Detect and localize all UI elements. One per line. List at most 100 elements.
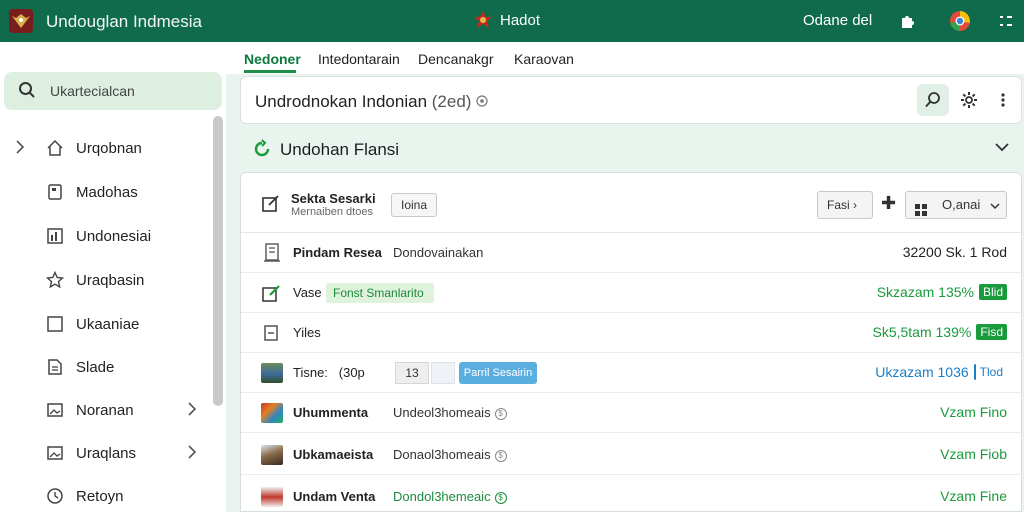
tab-3[interactable]: Karaovan: [514, 51, 574, 67]
settings-button[interactable]: [955, 86, 983, 114]
row-description-text: Undeol3homeais: [393, 405, 491, 420]
chevron-down-icon[interactable]: [994, 140, 1010, 156]
sidebar-item-label: Noranan: [76, 402, 134, 419]
quantity-stepper[interactable]: [431, 362, 455, 384]
row-value-text: Sk5,5tam 139%: [872, 324, 972, 340]
table-row[interactable]: Vase Fonst Smanlarito Skzazam 135% Blid: [241, 273, 1021, 313]
puzzle-icon[interactable]: [896, 9, 920, 33]
search-button[interactable]: [917, 84, 949, 116]
panel-title: Sekta Sesarki: [291, 191, 376, 206]
view-label: O,anai: [942, 197, 981, 212]
results-panel: Sekta Sesarki Mernaiben dtoes Ioina Fasi…: [240, 172, 1022, 512]
gear-icon: [961, 92, 977, 108]
active-tab-indicator: [244, 70, 296, 73]
row-value: Ukzazam 1036 Tlod: [875, 364, 1007, 380]
chevron-right-icon[interactable]: [186, 401, 198, 420]
chevron-down-icon: [990, 193, 1000, 219]
info-icon[interactable]: $: [494, 492, 507, 504]
row-description-text: Donaol3homeais: [393, 447, 491, 462]
app-title[interactable]: Undouglan Indmesia: [46, 12, 202, 32]
add-icon[interactable]: ✚: [881, 193, 896, 214]
section-header[interactable]: Undohan Flansi: [240, 128, 1022, 170]
sidebar-item-stats[interactable]: Undonesiai: [0, 216, 212, 256]
filter-chip[interactable]: Ioina: [391, 193, 438, 217]
row-tag[interactable]: Parril Sesairin: [459, 362, 537, 384]
table-row[interactable]: Yiles Sk5,5tam 139% Fisd: [241, 313, 1021, 353]
sidebar-item-label: Undonesiai: [76, 228, 152, 245]
chevron-right-icon[interactable]: [14, 139, 26, 158]
edit-icon[interactable]: [261, 193, 281, 216]
sidebar-scrollbar[interactable]: [213, 116, 223, 406]
sidebar-item-label: Madohas: [76, 184, 138, 201]
sort-button[interactable]: Fasi ›: [817, 191, 873, 219]
sidebar-item-label: Slade: [76, 359, 115, 376]
menu-icon[interactable]: [994, 9, 1018, 33]
thumbnail-image: [261, 445, 283, 465]
status-badge: Fisd: [976, 324, 1007, 340]
row-name: Pindam Resea: [293, 245, 382, 260]
sidebar-search[interactable]: Ukartecialcan: [4, 72, 222, 110]
row-value: Vzam Fine: [940, 488, 1007, 504]
sidebar-item-history[interactable]: Retoyn: [0, 476, 212, 512]
row-description-text: Dondol3hemeaic: [393, 489, 491, 504]
row-description: Dondol3hemeaic $: [393, 489, 507, 504]
home-icon: [46, 139, 64, 157]
table-row[interactable]: Tisne: (30p 13 Parril Sesairin Ukzazam 1…: [241, 353, 1021, 393]
more-vertical-icon: [1001, 93, 1005, 107]
sidebar-item-images[interactable]: Noranan: [0, 390, 212, 430]
search-query-suffix: (2ed): [431, 92, 472, 111]
sidebar-item-gallery[interactable]: Uraqlans: [0, 433, 212, 473]
sidebar-item-slides[interactable]: Slade: [0, 347, 212, 387]
sidebar: Ukartecialcan Urqobnan Madohas Undonesia…: [0, 42, 226, 512]
info-icon[interactable]: $: [494, 408, 507, 420]
row-tag[interactable]: Fonst Smanlarito: [326, 283, 434, 303]
tab-0[interactable]: Nedoner: [244, 51, 301, 67]
tab-2[interactable]: Dencanakgr: [418, 51, 494, 67]
tab-bar: Nedoner Intedontarain Dencanakgr Karaova…: [226, 42, 1024, 74]
search-icon: [925, 92, 940, 108]
info-icon[interactable]: $: [494, 450, 507, 462]
quantity-field[interactable]: 13: [395, 362, 429, 384]
document-icon: [261, 243, 283, 263]
row-description: Donaol3homeais $: [393, 447, 507, 462]
clear-icon[interactable]: [476, 92, 488, 111]
tab-1[interactable]: Intedontarain: [318, 51, 400, 67]
image-icon: [46, 401, 64, 419]
emblem-logo-icon[interactable]: [8, 8, 34, 34]
search-query[interactable]: Undrodnokan Indonian (2ed): [255, 92, 488, 112]
sidebar-item-home[interactable]: Urqobnan: [0, 128, 212, 168]
view-dropdown[interactable]: O,anai: [905, 191, 1007, 219]
sidebar-item-favorites[interactable]: Uraqbasin: [0, 260, 212, 300]
row-name: Yiles: [293, 325, 321, 340]
refresh-icon: [252, 139, 272, 162]
sort-label: Fasi: [827, 198, 850, 212]
search-icon: [18, 81, 36, 102]
section-title: Undohan Flansi: [280, 140, 400, 159]
row-name: Ubkamaeista: [293, 447, 374, 462]
row-value: Skzazam 135% Blid: [877, 284, 1007, 300]
panel-header: Sekta Sesarki Mernaiben dtoes Ioina Fasi…: [241, 173, 1021, 233]
more-options-button[interactable]: [991, 86, 1015, 114]
table-row[interactable]: Undam Venta Dondol3hemeaic $ Vzam Fine: [241, 477, 1021, 511]
chevron-right-icon[interactable]: [186, 444, 198, 463]
edit-icon: [261, 283, 283, 303]
status-badge: Blid: [978, 284, 1007, 300]
file-icon: [46, 358, 64, 376]
row-name-suffix: (30p: [338, 365, 365, 380]
table-row[interactable]: Pindam Resea Dondovainakan 32200 Sk. 1 R…: [241, 233, 1021, 273]
bar-chart-icon: [46, 227, 64, 245]
sidebar-item-label: Retoyn: [76, 488, 124, 505]
row-description: Undeol3homeais $: [393, 405, 507, 420]
user-label[interactable]: Odane del: [803, 12, 872, 29]
row-name: Undam Venta: [293, 489, 376, 504]
document-icon: [46, 183, 64, 201]
browser-icon[interactable]: [948, 9, 972, 33]
thumbnail-image: [261, 403, 283, 423]
sidebar-item-label: Urqobnan: [76, 140, 142, 157]
sidebar-item-label: Uraqbasin: [76, 272, 145, 289]
sidebar-item-documents[interactable]: Madohas: [0, 172, 212, 212]
sidebar-item-square[interactable]: Ukaaniae: [0, 304, 212, 344]
table-row[interactable]: Uhummenta Undeol3homeais $ Vzam Fino: [241, 393, 1021, 433]
search-bar[interactable]: Undrodnokan Indonian (2ed): [240, 76, 1022, 124]
table-row[interactable]: Ubkamaeista Donaol3homeais $ Vzam Fiob: [241, 435, 1021, 475]
